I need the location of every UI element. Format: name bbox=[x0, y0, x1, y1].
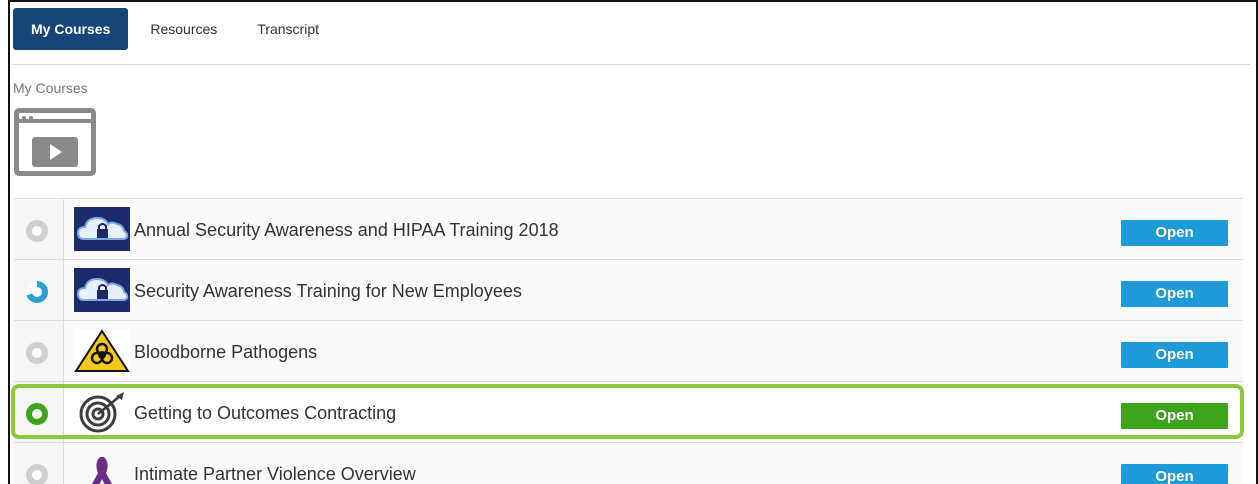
open-button[interactable]: Open bbox=[1121, 342, 1228, 368]
tab-my-courses[interactable]: My Courses bbox=[13, 8, 129, 50]
tab-divider bbox=[12, 64, 1250, 65]
open-button[interactable]: Open bbox=[1121, 220, 1228, 246]
ribbon-icon bbox=[92, 457, 112, 484]
video-course-icon bbox=[14, 108, 96, 176]
open-button[interactable]: Open bbox=[1121, 281, 1228, 307]
section-title: My Courses bbox=[13, 80, 88, 96]
course-row: Intimate Partner Violence Overview Open bbox=[14, 443, 1243, 484]
course-list: Annual Security Awareness and HIPAA Trai… bbox=[14, 198, 1243, 484]
course-row: Getting to Outcomes Contracting Open bbox=[14, 382, 1243, 443]
status-in-progress-icon bbox=[26, 281, 48, 303]
course-row: Bloodborne Pathogens Open bbox=[14, 321, 1243, 382]
status-complete-icon bbox=[26, 403, 48, 425]
status-not-started-icon bbox=[26, 464, 48, 484]
open-button[interactable]: Open bbox=[1121, 464, 1228, 484]
status-not-started-icon bbox=[26, 220, 48, 242]
target-icon bbox=[79, 392, 124, 433]
tab-resources[interactable]: Resources bbox=[132, 8, 235, 50]
course-row: Security Awareness Training for New Empl… bbox=[14, 260, 1243, 321]
cloud-lock-icon bbox=[74, 268, 130, 312]
tab-transcript[interactable]: Transcript bbox=[239, 8, 337, 50]
open-button[interactable]: Open bbox=[1121, 403, 1228, 429]
course-title[interactable]: Intimate Partner Violence Overview bbox=[134, 464, 416, 484]
course-title[interactable]: Getting to Outcomes Contracting bbox=[134, 403, 396, 424]
status-not-started-icon bbox=[26, 342, 48, 364]
cloud-lock-icon bbox=[74, 207, 130, 251]
course-title[interactable]: Annual Security Awareness and HIPAA Trai… bbox=[134, 220, 559, 241]
course-title[interactable]: Bloodborne Pathogens bbox=[134, 342, 317, 363]
course-row: Annual Security Awareness and HIPAA Trai… bbox=[14, 199, 1243, 260]
biohazard-icon bbox=[74, 329, 130, 373]
tab-bar: My Courses Resources Transcript bbox=[13, 8, 337, 50]
course-title[interactable]: Security Awareness Training for New Empl… bbox=[134, 281, 522, 302]
